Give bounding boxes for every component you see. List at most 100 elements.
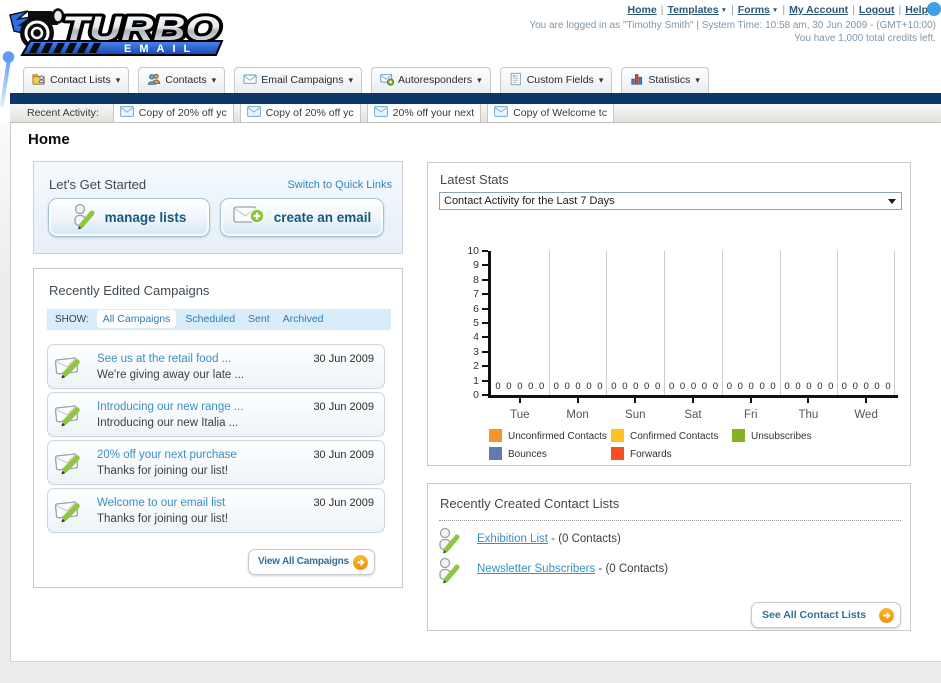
envelope-icon bbox=[119, 106, 134, 117]
campaigns-filter-bar: SHOW: All Campaigns Scheduled Sent Archived bbox=[47, 309, 391, 330]
tab-autoresponders[interactable]: Autoresponders ▾ bbox=[371, 67, 491, 93]
link-separator: | bbox=[782, 4, 786, 16]
person-pencil-icon bbox=[72, 202, 96, 233]
campaign-title[interactable]: See us at the retail food ... bbox=[97, 351, 244, 367]
manage-lists-label: manage lists bbox=[104, 210, 187, 225]
recently-edited-campaigns-panel: Recently Edited Campaigns SHOW: All Campa… bbox=[33, 268, 403, 588]
campaign-row[interactable]: 20% off your next purchase Thanks for joi… bbox=[47, 440, 385, 485]
legend-swatch bbox=[611, 429, 624, 442]
campaign-row[interactable]: Introducing our new range ... Introducing… bbox=[47, 392, 385, 437]
legend-item: Unsubscribes bbox=[732, 429, 812, 442]
chevron-down-icon: ▾ bbox=[695, 75, 700, 85]
chart-x-tick bbox=[865, 398, 868, 403]
contact-activity-chart: 0 1 2 3 4 5 6 7 8 9 10 0 0 0 0 0 Tue 0 0 0 0 0 Mon 0 0 … bbox=[428, 163, 912, 467]
campaign-row[interactable]: Welcome to our email list Thanks for join… bbox=[47, 488, 385, 533]
campaign-title[interactable]: Welcome to our email list bbox=[97, 495, 228, 511]
chart-x-label: Mon bbox=[566, 409, 589, 421]
view-all-campaigns-label: View All Campaigns bbox=[258, 556, 349, 567]
dotted-divider bbox=[439, 520, 901, 521]
chart-y-tick bbox=[482, 293, 488, 296]
chevron-down-icon: ▼ bbox=[720, 7, 728, 14]
filter-tab-scheduled[interactable]: Scheduled bbox=[185, 313, 235, 325]
chart-column: 0 0 0 0 0 bbox=[491, 251, 549, 395]
contacts-icon bbox=[147, 72, 161, 86]
chart-values: 0 0 0 0 0 bbox=[669, 381, 718, 392]
legend-label: Unsubscribes bbox=[751, 431, 812, 442]
campaign-title[interactable]: Introducing our new range ... bbox=[97, 399, 243, 415]
tab-contact-lists[interactable]: Contact Lists ▾ bbox=[23, 67, 130, 93]
chart-y-label: 9 bbox=[473, 259, 479, 272]
tab-label: Contact Lists bbox=[50, 74, 111, 86]
filter-tab-archived[interactable]: Archived bbox=[283, 313, 324, 325]
recent-activity-item-label: Copy of Welcome tc bbox=[513, 107, 607, 119]
filter-tab-all-campaigns[interactable]: All Campaigns bbox=[96, 310, 177, 328]
arrow-circle-icon bbox=[879, 608, 894, 623]
chevron-down-icon: ▾ bbox=[598, 75, 604, 85]
recent-activity-item[interactable]: Copy of Welcome tc bbox=[487, 104, 614, 122]
contact-lists-icon bbox=[32, 72, 46, 86]
contact-lists-title: Recently Created Contact Lists bbox=[440, 496, 620, 511]
page-title: Home bbox=[28, 131, 70, 148]
envelope-pencil-icon bbox=[54, 496, 84, 526]
switch-to-quick-links-link[interactable]: Switch to Quick Links bbox=[287, 179, 392, 191]
campaign-subtitle: Thanks for joining our list! bbox=[97, 513, 229, 525]
chevron-down-icon: ▾ bbox=[477, 75, 482, 85]
campaign-subtitle: Thanks for joining our list! bbox=[97, 465, 229, 477]
recent-activity-item[interactable]: 20% off your next bbox=[366, 104, 482, 122]
chart-y-tick bbox=[482, 350, 488, 353]
tab-email-campaigns[interactable]: Email Campaigns ▾ bbox=[234, 67, 363, 93]
see-all-contact-lists-button[interactable]: See All Contact Lists bbox=[751, 602, 901, 628]
top-link-templates[interactable]: Templates bbox=[667, 4, 718, 16]
top-link-home[interactable]: Home bbox=[628, 4, 657, 16]
chart-x-label: Sun bbox=[625, 409, 646, 421]
chart-y-tick bbox=[482, 278, 488, 281]
envelope-pencil-icon bbox=[54, 352, 84, 382]
see-all-contact-lists-label: See All Contact Lists bbox=[762, 609, 867, 621]
chart-values: 0 0 0 0 0 bbox=[784, 381, 834, 392]
top-link-my-account[interactable]: My Account bbox=[789, 4, 848, 16]
tab-statistics[interactable]: Statistics ▾ bbox=[621, 67, 709, 93]
chart-y-label: 0 bbox=[473, 389, 479, 401]
chart-y-tick bbox=[482, 394, 488, 396]
email-campaigns-icon bbox=[243, 72, 257, 86]
chart-values: 0 0 0 0 0 bbox=[553, 381, 603, 392]
campaign-title[interactable]: 20% off your next purchase bbox=[97, 447, 237, 463]
chart-values: 0 0 0 0 0 bbox=[726, 381, 776, 392]
envelope-icon bbox=[494, 106, 509, 117]
tab-custom-fields[interactable]: Custom Fields ▾ bbox=[499, 67, 613, 93]
logo-email-bar: EMAIL bbox=[20, 40, 224, 56]
legend-item: Unconfirmed Contacts bbox=[489, 429, 607, 442]
top-link-help[interactable]: Help bbox=[905, 4, 928, 16]
recent-activity-bar: Recent Activity: Copy of 20% off yc Copy o… bbox=[10, 104, 941, 123]
chart-y-label: 3 bbox=[473, 345, 479, 358]
filter-tab-sent[interactable]: Sent bbox=[248, 313, 270, 325]
legend-item: Confirmed Contacts bbox=[611, 429, 718, 442]
create-an-email-button[interactable]: create an email bbox=[220, 198, 384, 237]
person-pencil-icon bbox=[437, 556, 460, 584]
contact-list-link[interactable]: Newsletter Subscribers bbox=[477, 563, 595, 575]
chart-x-tick bbox=[807, 398, 810, 403]
chart-y-label: 4 bbox=[473, 331, 479, 344]
arrow-circle-icon bbox=[353, 555, 368, 570]
custom-fields-icon bbox=[509, 72, 523, 86]
manage-lists-button[interactable]: manage lists bbox=[48, 198, 210, 237]
top-link-logout[interactable]: Logout bbox=[859, 4, 895, 16]
chevron-down-icon: ▼ bbox=[771, 7, 779, 14]
chart-x-tick bbox=[634, 398, 637, 403]
recent-activity-item-label: Copy of 20% off yc bbox=[265, 107, 354, 119]
recent-activity-item[interactable]: Copy of 20% off yc bbox=[112, 104, 234, 122]
top-link-forms[interactable]: Forms bbox=[738, 4, 770, 16]
create-email-label: create an email bbox=[273, 210, 372, 225]
chart-column: 0 0 0 0 0 bbox=[606, 251, 664, 395]
contact-list-link[interactable]: Exhibition List bbox=[477, 533, 548, 545]
tab-label: Custom Fields bbox=[526, 74, 594, 86]
envelope-plus-icon bbox=[233, 204, 265, 231]
link-separator: | bbox=[852, 4, 855, 16]
help-bubble-icon[interactable] bbox=[927, 2, 941, 16]
view-all-campaigns-button[interactable]: View All Campaigns bbox=[248, 549, 375, 575]
recent-activity-item[interactable]: Copy of 20% off yc bbox=[239, 104, 361, 122]
link-separator: | bbox=[660, 4, 664, 16]
campaign-row[interactable]: See us at the retail food ... We're givin… bbox=[47, 344, 385, 389]
tab-contacts[interactable]: Contacts ▾ bbox=[138, 67, 226, 93]
chart-column: 0 0 0 0 0 bbox=[548, 251, 607, 395]
